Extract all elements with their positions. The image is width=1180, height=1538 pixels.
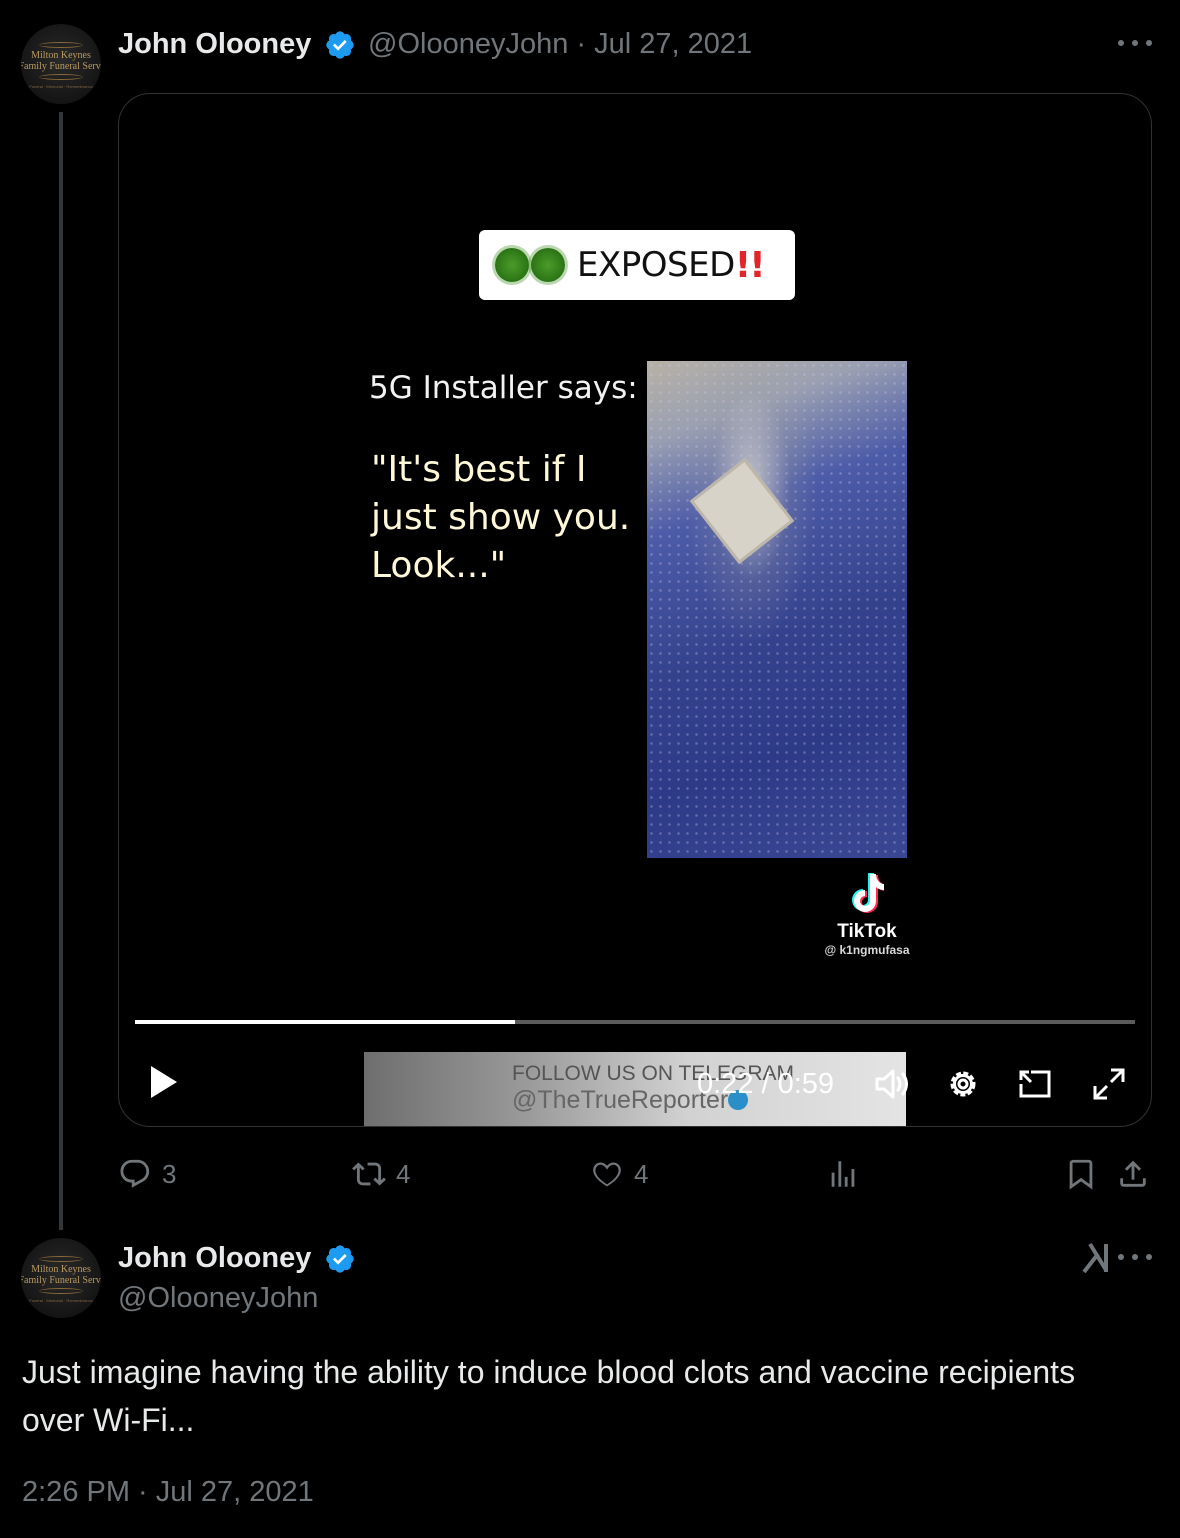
more-icon[interactable] [1118,40,1152,50]
tiktok-username: @ k1ngmufasa [824,943,910,957]
author-name[interactable]: John Olooney [118,1242,311,1275]
reply-count: 3 [162,1158,177,1189]
thread-line [59,112,63,1230]
repost-count: 4 [396,1158,411,1189]
watermark-line2: @TheTrueReporter [512,1086,729,1114]
avatar[interactable]: Milton Keynes Family Funeral Servi Funer… [21,1238,101,1318]
avatar-ornament [39,73,83,80]
volume-icon[interactable] [871,1064,911,1104]
views-icon[interactable] [826,1157,860,1191]
pip-icon[interactable] [1015,1064,1055,1104]
more-icon[interactable] [1118,1254,1152,1264]
avatar-text-line2: Family Funeral Servi [21,60,101,72]
play-icon[interactable] [149,1064,179,1100]
tweet-text: Just imagine having the ability to induc… [22,1354,1076,1438]
author-handle-date[interactable]: @OlooneyJohn · Jul 27, 2021 [368,28,752,61]
verified-badge-icon [326,31,354,59]
author-handle[interactable]: @OlooneyJohn [118,1282,318,1315]
avatar-text-line2: Family Funeral Servi [21,1274,101,1286]
tweet-timestamp[interactable]: 2:26 PM · Jul 27, 2021 [22,1476,314,1509]
verified-badge-icon [326,1245,354,1273]
views-action[interactable] [826,1152,860,1196]
reply-icon[interactable] [118,1157,152,1191]
installer-quote: "It's best if I just show you. Look..." [371,449,631,586]
virus-icon [531,248,565,282]
installer-caption: 5G Installer says: [369,370,638,406]
video-player[interactable]: EXPOSED !! 5G Installer says: "It's best… [118,93,1152,1127]
tiktok-watermark: TikTok @ k1ngmufasa [807,872,927,957]
tiktok-label: TikTok [837,921,897,942]
avatar[interactable]: Milton Keynes Family Funeral Servi Funer… [21,24,101,104]
avatar-ornament [39,1287,83,1294]
exposed-banner: EXPOSED !! [479,230,795,300]
like-action[interactable]: 4 [590,1152,648,1196]
avatar-text-line1: Milton Keynes [31,49,91,61]
like-icon[interactable] [590,1157,624,1191]
avatar-text-line3: Funeral · Memorial · Remembrance [29,83,93,89]
avatar-ornament [39,1255,83,1262]
repost-icon[interactable] [352,1157,386,1191]
fullscreen-icon[interactable] [1089,1064,1129,1104]
virus-icon [495,248,529,282]
avatar-ornament [39,41,83,48]
reply-action[interactable]: 3 [118,1152,176,1196]
author-name[interactable]: John Olooney [118,28,311,61]
avatar-text-line3: Funeral · Memorial · Remembrance [29,1297,93,1303]
circuit-board-image [647,361,907,858]
share-icon[interactable] [1116,1157,1150,1191]
bookmark-action[interactable] [1064,1152,1098,1196]
video-progress-fill [135,1020,515,1024]
grok-icon[interactable] [1080,1240,1114,1274]
video-time: 0:22 / 0:59 [697,1068,835,1100]
share-action[interactable] [1116,1152,1150,1196]
exposed-text: EXPOSED [577,245,735,285]
avatar-text-line1: Milton Keynes [31,1263,91,1275]
exclaim-mark: !! [734,244,766,286]
repost-action[interactable]: 4 [352,1152,410,1196]
like-count: 4 [634,1158,649,1189]
tiktok-logo-icon [852,873,886,913]
settings-icon[interactable] [943,1064,983,1104]
bookmark-icon[interactable] [1064,1157,1098,1191]
